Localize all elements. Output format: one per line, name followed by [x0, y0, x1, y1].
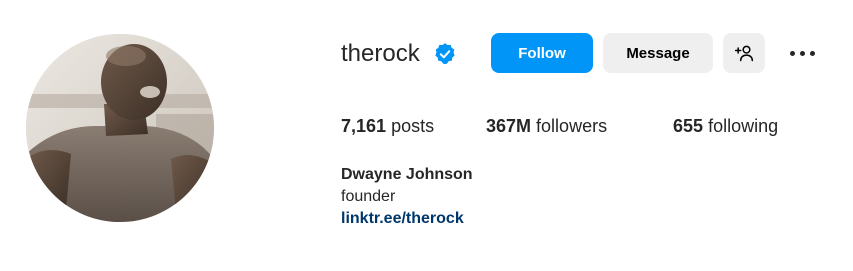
following-label: following	[708, 116, 779, 136]
more-options-icon[interactable]	[782, 40, 822, 66]
verified-badge-icon	[435, 43, 455, 65]
dot	[799, 50, 805, 56]
follow-button[interactable]: Follow	[491, 33, 593, 73]
person-add-icon	[734, 45, 754, 62]
bio-text: founder	[341, 188, 396, 205]
followers-stat[interactable]: 367M followers	[486, 113, 607, 139]
dot	[809, 50, 815, 56]
full-name: Dwayne Johnson	[341, 166, 473, 183]
posts-count: 7,161	[341, 116, 387, 136]
message-button[interactable]: Message	[603, 33, 713, 73]
username: therock	[341, 40, 420, 67]
posts-label: posts	[391, 116, 435, 136]
followers-count: 367M	[486, 116, 532, 136]
posts-stat: 7,161 posts	[341, 113, 434, 139]
following-count: 655	[673, 116, 704, 136]
dot	[789, 50, 795, 56]
add-user-button[interactable]	[723, 33, 765, 73]
bio-link[interactable]: linktr.ee/therock	[341, 209, 464, 229]
profile-photo	[26, 34, 214, 222]
following-stat[interactable]: 655 following	[673, 113, 778, 139]
avatar[interactable]	[26, 34, 214, 222]
followers-label: followers	[536, 116, 608, 136]
